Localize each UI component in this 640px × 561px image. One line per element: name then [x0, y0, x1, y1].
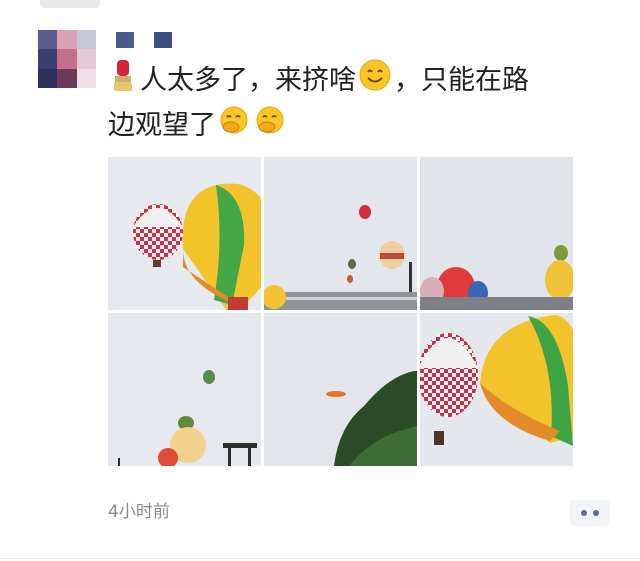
post-text-line1-a: 人太多了，来挤啥	[140, 65, 356, 96]
photo-1[interactable]	[108, 157, 261, 310]
photo-grid	[108, 157, 576, 466]
photo-2[interactable]	[264, 157, 417, 310]
post-text-line1-b: ，只能在路	[394, 65, 529, 96]
blush-emoji	[219, 105, 249, 148]
photo-4[interactable]	[108, 313, 261, 466]
avatar[interactable]	[38, 30, 96, 88]
post-text-line2: 边观望了	[108, 110, 216, 141]
lipstick-emoji	[111, 58, 137, 105]
dot-icon	[593, 510, 599, 516]
photo-5[interactable]	[264, 313, 417, 466]
dot-icon	[581, 510, 587, 516]
smile-emoji	[359, 59, 391, 104]
more-options-button[interactable]	[570, 500, 610, 526]
post-text: 人太多了，来挤啥 ，只能在路 边观望了	[108, 58, 608, 148]
photo-6[interactable]	[420, 313, 573, 466]
photo-3[interactable]	[420, 157, 573, 310]
divider	[0, 558, 640, 559]
username[interactable]	[116, 32, 172, 48]
post-timestamp: 4小时前	[108, 502, 170, 522]
previous-item-edge	[40, 0, 100, 8]
blush-emoji	[255, 105, 285, 148]
